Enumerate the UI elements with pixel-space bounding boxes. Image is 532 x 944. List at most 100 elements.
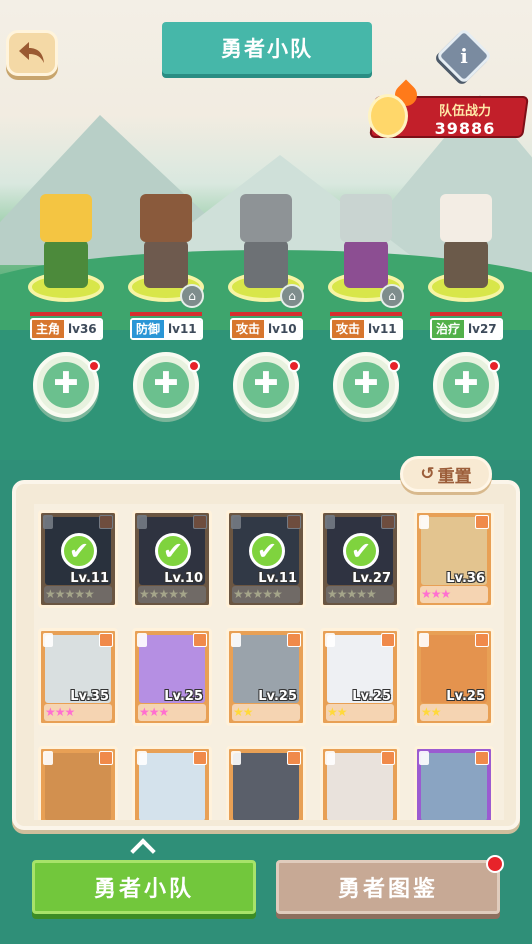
hero-head [240,194,292,242]
hero-level: lv27 [464,320,501,338]
hero-card[interactable] [320,746,400,820]
paw-plus-icon: ✚ [143,362,189,408]
paw-plus-icon: ✚ [243,362,289,408]
hero-card[interactable]: ✔ ★★★★★ Lv.11 [226,510,306,608]
hero-role: 治疗 [432,320,465,338]
back-button[interactable] [6,30,58,76]
star-rating: ★★★★★ [45,587,95,601]
reset-button[interactable]: ↺ 重置 [400,456,492,492]
class-icon [137,633,147,647]
lock-icon: ⌂ [280,284,304,308]
hero-card[interactable] [226,746,306,820]
tab-hero-codex[interactable]: 勇者图鉴 [276,860,500,914]
notification-dot [188,360,200,372]
hero-card-level: Lv.25 [164,689,203,704]
hero-hp-bar [130,312,202,316]
star-rating: ★★ [327,705,347,719]
hero-body [444,240,488,288]
class-icon [419,633,429,647]
hero-role: 主角 [32,320,65,338]
hero-card[interactable]: ★★ Lv.25 [226,628,306,726]
party-hero[interactable] [24,170,108,320]
page-title: 勇者小队 [148,22,386,74]
hero-card-level: Lv.25 [352,689,391,704]
weapon-icon [193,751,207,765]
star-rating: ★★ [421,705,441,719]
weapon-icon [99,751,113,765]
class-icon [43,751,53,765]
class-icon [325,633,335,647]
hero-role: 攻击 [232,320,265,338]
hero-card-level: Lv.11 [258,571,297,586]
hero-hp-bar [30,312,102,316]
hero-card[interactable] [414,746,494,820]
party-hero[interactable] [424,170,508,320]
hero-role: 攻击 [332,320,365,338]
lock-icon: ⌂ [380,284,404,308]
hero-body [344,240,388,288]
hero-body [44,240,88,288]
back-arrow-icon [19,42,44,63]
class-icon [325,751,335,765]
hero-card[interactable]: ★★ Lv.25 [414,628,494,726]
star-rating: ★★★ [421,587,451,601]
hero-card[interactable]: ✔ ★★★★★ Lv.27 [320,510,400,608]
class-icon [231,751,241,765]
paw-plus-icon: ✚ [343,362,389,408]
roster-grid[interactable]: ✔ ★★★★★ Lv.11 ✔ ★★★★★ Lv.10 ✔ ★★★★★ Lv.11 ✔ ★★★★★ L… [34,504,504,820]
class-icon [419,515,429,529]
notification-dot [488,360,500,372]
hero-card-level: Lv.25 [446,689,485,704]
checkmark-icon: ✔ [249,533,285,569]
paw-plus-icon: ✚ [443,362,489,408]
hero-hp-bar [330,312,402,316]
hero-hp-bar [230,312,302,316]
hero-card[interactable]: ✔ ★★★★★ Lv.11 [38,510,118,608]
hero-card-level: Lv.27 [352,571,391,586]
reset-icon: ↺ [420,464,435,484]
info-icon: i [460,44,468,68]
hero-head [340,194,392,242]
hero-body [244,240,288,288]
hero-level: lv11 [364,320,401,338]
hero-head [440,194,492,242]
star-rating: ★★★★★ [139,587,189,601]
hero-role-tag: 防御 lv11 [130,318,203,340]
hero-card[interactable]: ★★ Lv.25 [320,628,400,726]
weapon-icon [475,751,489,765]
hero-role-tag: 主角 lv36 [30,318,103,340]
hero-level: lv10 [264,320,301,338]
hero-card[interactable]: ✔ ★★★★★ Lv.10 [132,510,212,608]
hero-card-level: Lv.36 [446,571,485,586]
class-icon [231,633,241,647]
hero-card-level: Lv.25 [258,689,297,704]
hero-card[interactable] [132,746,212,820]
hero-card[interactable]: ★★★ Lv.36 [414,510,494,608]
roster-panel: ✔ ★★★★★ Lv.11 ✔ ★★★★★ Lv.10 ✔ ★★★★★ Lv.11 ✔ ★★★★★ L… [12,480,520,830]
checkmark-icon: ✔ [155,533,191,569]
hero-level: lv11 [164,320,201,338]
reset-label: 重置 [437,466,472,487]
paw-plus-icon: ✚ [43,362,89,408]
hero-card-level: Lv.35 [70,689,109,704]
star-rating: ★★★ [45,705,75,719]
lock-icon: ⌂ [180,284,204,308]
tab-hero-team[interactable]: 勇者小队 [32,860,256,914]
hero-card[interactable] [38,746,118,820]
hero-role-tag: 攻击 lv10 [230,318,303,340]
hero-card[interactable]: ★★★ Lv.25 [132,628,212,726]
team-power-text: 队伍战力 39886 [408,100,522,138]
weapon-icon [287,633,301,647]
weapon-icon [475,515,489,529]
codex-notification-dot [486,855,504,873]
notification-dot [88,360,100,372]
trophy-fist-icon [368,94,408,138]
hero-card[interactable]: ★★★ Lv.35 [38,628,118,726]
hero-hp-bar [430,312,502,316]
hero-body [144,240,188,288]
weapon-icon [381,633,395,647]
star-rating: ★★★★★ [233,587,283,601]
checkmark-icon: ✔ [343,533,379,569]
notification-dot [388,360,400,372]
star-rating: ★★★★★ [327,587,377,601]
